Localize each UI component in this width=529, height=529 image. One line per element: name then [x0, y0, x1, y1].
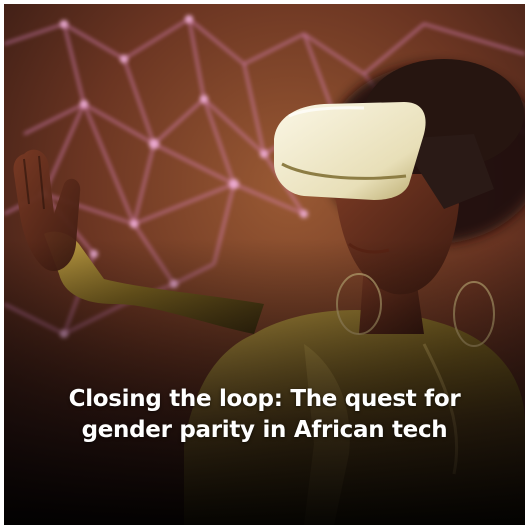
article-headline[interactable]: Closing the loop: The quest for gender p… [4, 384, 525, 446]
headline-line-1: Closing the loop: The quest for [68, 386, 461, 412]
headline-line-2: gender parity in African tech [81, 417, 448, 443]
hero-photo [4, 4, 525, 525]
article-card[interactable]: Closing the loop: The quest for gender p… [4, 4, 525, 525]
